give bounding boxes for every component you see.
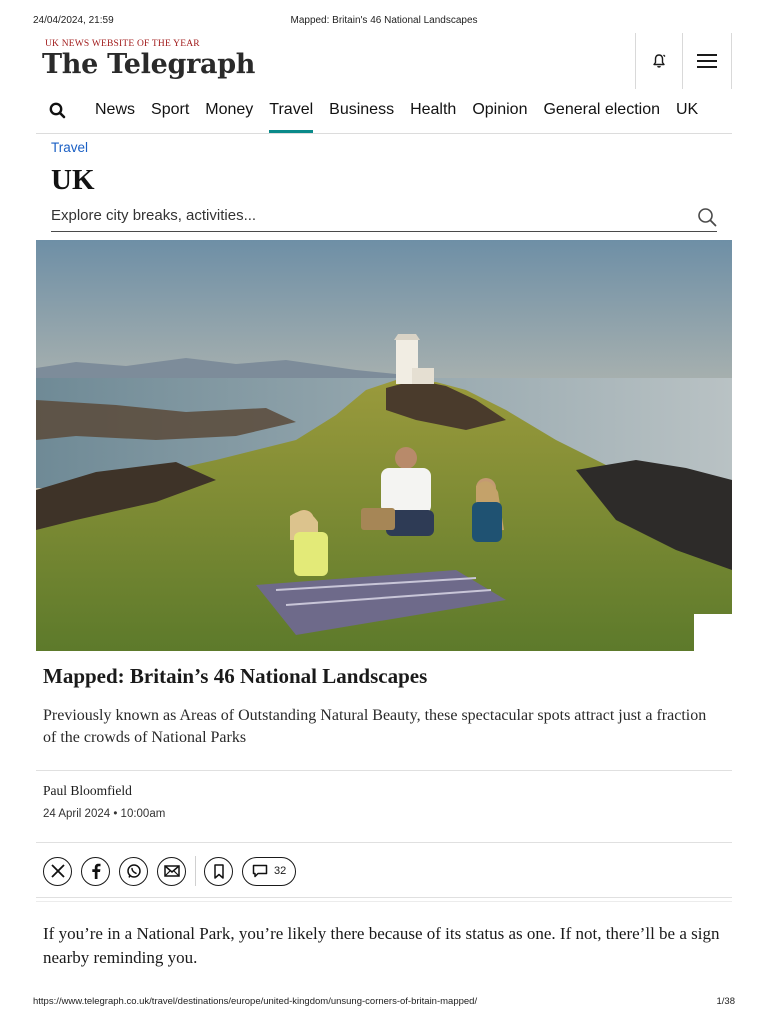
print-header: 24/04/2024, 21:59 Mapped: Britain's 46 N…	[0, 15, 768, 29]
nav-item-uk[interactable]: UK	[668, 89, 706, 133]
award-tagline: UK NEWS WEBSITE OF THE YEAR	[45, 39, 200, 49]
nav-items: News Sport Money Travel Business Health …	[87, 89, 706, 133]
notifications-button[interactable]	[635, 33, 682, 89]
x-icon	[50, 864, 65, 878]
share-bar: 32	[43, 856, 297, 886]
comment-icon	[252, 864, 268, 878]
nav-item-health[interactable]: Health	[402, 89, 464, 133]
save-bookmark-button[interactable]	[204, 856, 233, 886]
telegraph-logo[interactable]: The Telegraph	[42, 49, 255, 80]
divider	[36, 901, 732, 902]
print-page-title: Mapped: Britain's 46 National Landscapes	[290, 15, 478, 26]
divider	[36, 770, 732, 771]
nav-item-business[interactable]: Business	[321, 89, 402, 133]
bell-icon	[653, 54, 666, 68]
share-separator	[195, 856, 196, 886]
nav-item-opinion[interactable]: Opinion	[464, 89, 535, 133]
explore-search	[51, 203, 717, 232]
publish-date: 24 April 2024 • 10:00am	[43, 808, 166, 820]
share-email-button[interactable]	[157, 856, 186, 886]
hero-image	[36, 240, 732, 651]
nav-item-news[interactable]: News	[87, 89, 143, 133]
whatsapp-icon	[126, 864, 141, 878]
hero-photo-lighthouse-picnic	[36, 240, 732, 651]
facebook-icon	[91, 863, 100, 879]
divider	[36, 897, 732, 898]
masthead: UK NEWS WEBSITE OF THE YEAR The Telegrap…	[36, 33, 732, 89]
print-page-number: 1/38	[716, 996, 736, 1007]
article-first-paragraph: If you’re in a National Park, you’re lik…	[43, 924, 720, 967]
share-facebook-button[interactable]	[81, 856, 110, 886]
print-url: https://www.telegraph.co.uk/travel/desti…	[33, 996, 478, 1007]
nav-item-travel[interactable]: Travel	[261, 89, 321, 133]
share-whatsapp-button[interactable]	[119, 856, 148, 886]
bookmark-icon	[213, 863, 224, 879]
email-icon	[163, 865, 180, 877]
nav-item-money[interactable]: Money	[197, 89, 261, 133]
comment-count: 32	[274, 865, 287, 877]
hamburger-menu-icon	[697, 54, 717, 68]
search-icon	[698, 208, 717, 227]
section-header: Travel UK	[51, 140, 95, 196]
print-footer: https://www.telegraph.co.uk/travel/desti…	[0, 996, 768, 1010]
expand-image-button[interactable]	[694, 614, 732, 651]
explore-search-input[interactable]	[51, 203, 671, 227]
divider	[36, 842, 732, 843]
nav-search-button[interactable]	[48, 101, 68, 121]
author-link[interactable]: Paul Bloomfield	[43, 783, 132, 799]
nav-item-sport[interactable]: Sport	[143, 89, 197, 133]
menu-button[interactable]	[682, 33, 732, 89]
nav-item-general-election[interactable]: General election	[535, 89, 668, 133]
main-nav: News Sport Money Travel Business Health …	[36, 89, 732, 134]
section-kicker-link[interactable]: Travel	[51, 140, 88, 155]
article-headline: Mapped: Britain’s 46 National Landscapes	[43, 664, 428, 688]
search-icon	[49, 102, 66, 119]
share-x-button[interactable]	[43, 856, 72, 886]
article-standfirst: Previously known as Areas of Outstanding…	[43, 707, 707, 746]
section-heading: UK	[51, 164, 95, 196]
explore-search-button[interactable]	[697, 207, 717, 227]
comments-button[interactable]: 32	[242, 856, 297, 886]
